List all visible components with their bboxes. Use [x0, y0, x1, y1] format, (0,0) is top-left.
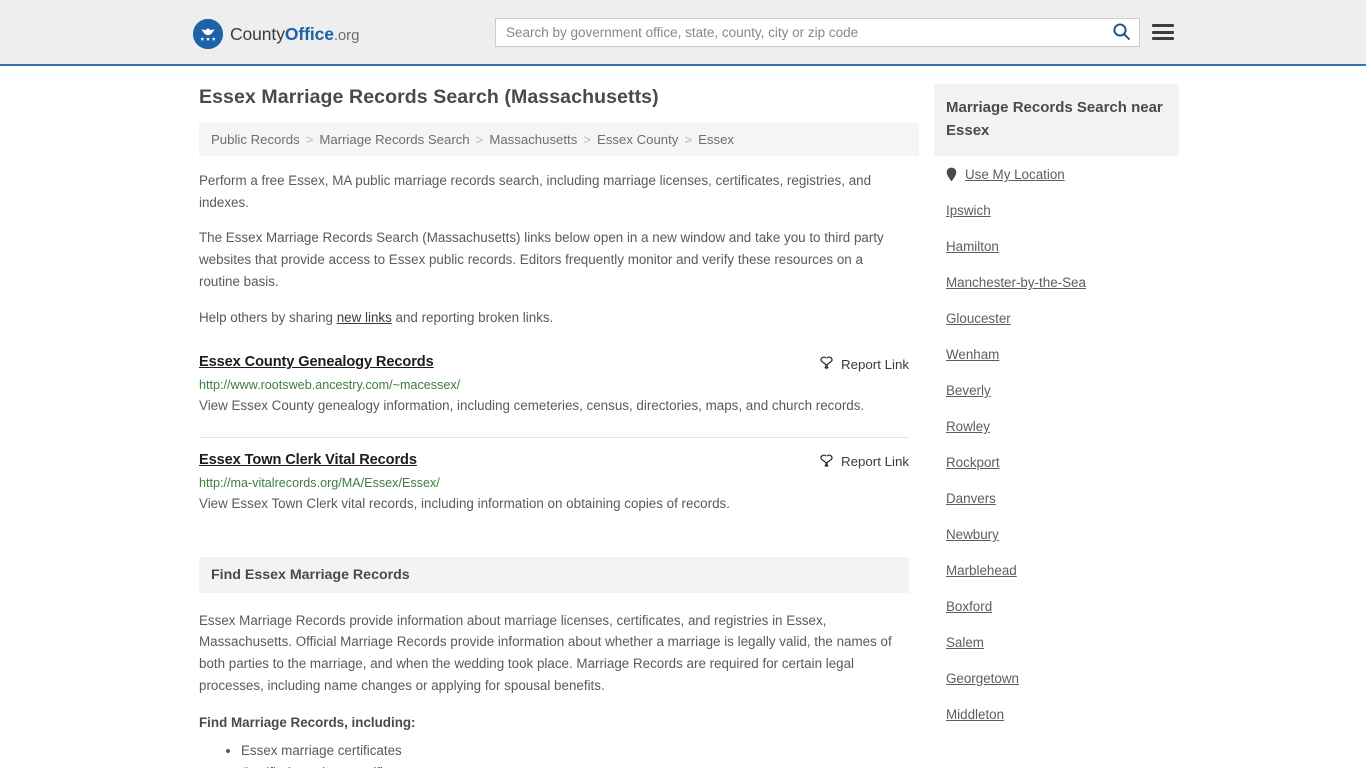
sidebar-link[interactable]: Gloucester	[946, 311, 1011, 326]
list-item: Certified marriage certificates	[241, 763, 909, 768]
help-suffix: and reporting broken links.	[391, 309, 554, 325]
report-link-label: Report Link	[841, 356, 909, 372]
sidebar-link[interactable]: Middleton	[946, 707, 1004, 722]
use-my-location-link[interactable]: Use My Location	[965, 167, 1065, 182]
help-paragraph: Help others by sharing new links and rep…	[199, 307, 901, 329]
logo-text-office: Office	[284, 23, 334, 44]
sidebar-item-marblehead[interactable]: Marblehead	[946, 552, 1167, 588]
breadcrumb-item-marriage-records-search[interactable]: Marriage Records Search	[319, 132, 469, 147]
sidebar-link[interactable]: Rowley	[946, 419, 990, 434]
report-link-button[interactable]: Report Link	[819, 453, 909, 471]
sidebar-link[interactable]: Wenham	[946, 347, 999, 362]
hamburger-bar	[1152, 37, 1174, 40]
sidebar-item-salem[interactable]: Salem	[946, 624, 1167, 660]
sidebar-link[interactable]: Beverly	[946, 383, 991, 398]
breadcrumb-item-essex-county[interactable]: Essex County	[597, 132, 678, 147]
sidebar-item-use-my-location[interactable]: Use My Location	[946, 156, 1167, 192]
result-description: View Essex County genealogy information,…	[199, 398, 865, 414]
page-title: Essex Marriage Records Search (Massachus…	[199, 86, 659, 108]
result-item: Essex Town Clerk Vital Records Report Li…	[199, 436, 909, 527]
sidebar-item-manchester-by-the-sea[interactable]: Manchester-by-the-Sea	[946, 264, 1167, 300]
sidebar-link[interactable]: Boxford	[946, 599, 992, 614]
result-header: Essex Town Clerk Vital Records Report Li…	[199, 452, 909, 471]
results-list: Essex County Genealogy Records Report Li…	[199, 350, 919, 526]
sidebar-link[interactable]: Hamilton	[946, 239, 999, 254]
breadcrumb-separator: >	[583, 132, 592, 147]
sidebar: Marriage Records Search near Essex Use M…	[934, 84, 1179, 732]
report-link-button[interactable]: Report Link	[819, 355, 909, 373]
breadcrumb-separator: >	[305, 132, 314, 147]
help-prefix: Help others by sharing	[199, 309, 337, 325]
search-icon	[1112, 22, 1131, 44]
sidebar-nearby-list: Use My Location Ipswich Hamilton Manches…	[934, 156, 1179, 732]
sidebar-item-rowley[interactable]: Rowley	[946, 408, 1167, 444]
report-link-label: Report Link	[841, 454, 909, 470]
find-records-section: Find Essex Marriage Records Essex Marria…	[199, 556, 919, 768]
sidebar-item-boxford[interactable]: Boxford	[946, 588, 1167, 624]
hamburger-menu-icon[interactable]	[1152, 21, 1174, 43]
sidebar-item-beverly[interactable]: Beverly	[946, 372, 1167, 408]
sidebar-item-wenham[interactable]: Wenham	[946, 336, 1167, 372]
sidebar-link[interactable]: Rockport	[946, 455, 1000, 470]
hamburger-bar	[1152, 24, 1174, 27]
result-url[interactable]: http://ma-vitalrecords.org/MA/Essex/Esse…	[199, 476, 909, 490]
result-title-link[interactable]: Essex County Genealogy Records	[199, 354, 434, 370]
logo-text-county: County	[230, 23, 285, 44]
list-item: Essex marriage certificates	[241, 741, 909, 762]
map-pin-icon	[946, 167, 957, 182]
broken-link-icon	[819, 355, 834, 373]
find-records-subheading: Find Marriage Records, including:	[199, 715, 416, 731]
content-row: Essex Marriage Records Search (Massachus…	[188, 84, 1179, 768]
sidebar-link[interactable]: Newbury	[946, 527, 999, 542]
result-item: Essex County Genealogy Records Report Li…	[199, 350, 909, 429]
find-records-heading: Find Essex Marriage Records	[199, 556, 909, 593]
breadcrumb-separator: >	[475, 132, 484, 147]
page-body: Essex Marriage Records Search (Massachus…	[0, 66, 1366, 768]
intro-paragraph-2: The Essex Marriage Records Search (Massa…	[199, 230, 884, 289]
eagle-stars-seal-icon	[193, 19, 223, 49]
search-input[interactable]	[496, 19, 1103, 46]
sidebar-item-danvers[interactable]: Danvers	[946, 480, 1167, 516]
sidebar-link[interactable]: Manchester-by-the-Sea	[946, 275, 1086, 290]
find-records-paragraph: Essex Marriage Records provide informati…	[199, 612, 892, 693]
site-header: CountyOffice.org	[0, 0, 1366, 66]
sidebar-item-georgetown[interactable]: Georgetown	[946, 660, 1167, 696]
result-url[interactable]: http://www.rootsweb.ancestry.com/~macess…	[199, 378, 909, 392]
sidebar-link[interactable]: Salem	[946, 635, 984, 650]
find-records-body: Essex Marriage Records provide informati…	[199, 610, 909, 768]
search-button[interactable]	[1103, 19, 1139, 46]
sidebar-heading: Marriage Records Search near Essex	[934, 84, 1179, 156]
breadcrumb-separator: >	[684, 132, 693, 147]
breadcrumb: Public Records > Marriage Records Search…	[199, 123, 919, 156]
sidebar-item-middleton[interactable]: Middleton	[946, 696, 1167, 732]
main-column: Essex Marriage Records Search (Massachus…	[189, 84, 919, 768]
sidebar-item-rockport[interactable]: Rockport	[946, 444, 1167, 480]
sidebar-item-gloucester[interactable]: Gloucester	[946, 300, 1167, 336]
sidebar-link[interactable]: Marblehead	[946, 563, 1017, 578]
site-logo[interactable]: CountyOffice.org	[193, 18, 359, 50]
sidebar-link[interactable]: Danvers	[946, 491, 996, 506]
sidebar-item-ipswich[interactable]: Ipswich	[946, 192, 1167, 228]
intro-text: Perform a free Essex, MA public marriage…	[199, 170, 919, 328]
find-records-bullet-list: Essex marriage certificates Certified ma…	[199, 741, 909, 768]
new-links-link[interactable]: new links	[337, 310, 392, 325]
breadcrumb-item-massachusetts[interactable]: Massachusetts	[489, 132, 577, 147]
logo-wordmark: CountyOffice.org	[230, 24, 359, 45]
intro-paragraph-1: Perform a free Essex, MA public marriage…	[199, 173, 872, 210]
breadcrumb-item-public-records[interactable]: Public Records	[211, 132, 300, 147]
broken-link-icon	[819, 453, 834, 471]
logo-text-org: .org	[333, 26, 360, 44]
result-header: Essex County Genealogy Records Report Li…	[199, 354, 909, 373]
sidebar-link[interactable]: Ipswich	[946, 203, 991, 218]
breadcrumb-item-essex[interactable]: Essex	[698, 132, 734, 147]
search-bar[interactable]	[495, 18, 1140, 47]
sidebar-item-newbury[interactable]: Newbury	[946, 516, 1167, 552]
sidebar-item-hamilton[interactable]: Hamilton	[946, 228, 1167, 264]
sidebar-link[interactable]: Georgetown	[946, 671, 1019, 686]
hamburger-bar	[1152, 30, 1174, 34]
result-title-link[interactable]: Essex Town Clerk Vital Records	[199, 452, 417, 468]
result-description: View Essex Town Clerk vital records, inc…	[199, 495, 730, 511]
